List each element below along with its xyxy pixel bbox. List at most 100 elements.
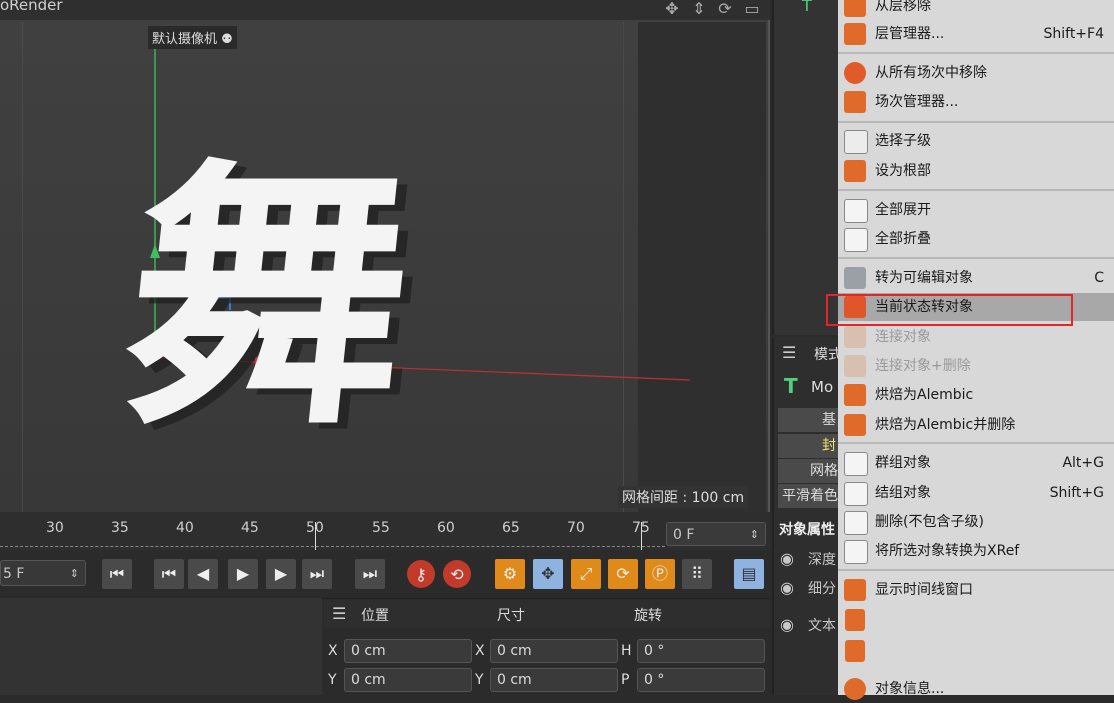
menu-item-take-manager[interactable]: 场次管理器... [838, 88, 1114, 116]
viewport[interactable]: oRender ✥ ⇕ ⟳ ▭ 舞 舞 默认摄像机 ⚉ 网格间距 : 100 c… [0, 0, 770, 512]
menu-item-label: 显示时间线窗口 [875, 582, 973, 598]
menu-item-layer-manager[interactable]: 层管理器... Shift+F4 [838, 20, 1114, 48]
grid-spacing-label: 网格间距 : 100 cm [618, 486, 749, 508]
menu-item-label: 对象信息... [875, 681, 945, 697]
take-manager-icon [844, 91, 866, 113]
menu-item-convert-xref[interactable]: 将所选对象转换为XRef [838, 537, 1114, 565]
stepper-icon[interactable]: ⇕ [70, 561, 79, 587]
take-remove-icon [844, 62, 866, 84]
autokey-button[interactable]: ⟲ [443, 560, 471, 588]
rotation-header: 旋转 [634, 608, 662, 624]
radio-icon[interactable]: ◉ [780, 578, 794, 597]
function-curve-icon [845, 609, 865, 631]
prev-key-button[interactable]: ⏮ [154, 559, 184, 589]
menu-icon[interactable]: ☰ [782, 343, 796, 362]
timeline-tick: 40 [176, 520, 194, 536]
prev-frame-button[interactable]: ◀ [188, 559, 218, 589]
menu-icon[interactable]: ☰ [332, 604, 346, 623]
position-y-field[interactable]: 0 cm [344, 668, 472, 692]
size-y-field[interactable]: 0 cm [490, 668, 618, 692]
axis-label: Y [475, 672, 484, 688]
menu-separator [838, 189, 1114, 191]
menu-item-make-editable[interactable]: 转为可编辑对象 C [838, 264, 1114, 292]
make-editable-icon [844, 267, 866, 289]
parameter-key-icon[interactable]: Ⓟ [645, 559, 675, 589]
alembic-delete-icon [844, 414, 866, 436]
radio-icon[interactable]: ◉ [780, 615, 794, 634]
timeline-ruler-marks [0, 546, 665, 549]
next-frame-button[interactable]: ▶ [266, 559, 296, 589]
menu-item-delete-without-children[interactable]: 删除(不包含子级) [838, 508, 1114, 536]
go-to-end-button[interactable]: ⏭ [355, 559, 385, 589]
menu-item-group-objects[interactable]: 群组对象 Alt+G [838, 449, 1114, 477]
menu-item-bake-alembic[interactable]: 烘焙为Alembic [838, 381, 1114, 409]
timeline-tick: 35 [111, 520, 129, 536]
position-x-field[interactable]: 0 cm [344, 639, 472, 663]
point-level-icon[interactable]: ⠿ [682, 559, 712, 589]
keyframe-selection-button[interactable]: ⚙ [495, 559, 525, 589]
dope-sheet-icon [845, 640, 865, 662]
film-strip-icon[interactable]: ▤ [734, 559, 764, 589]
menu-item-show-timeline[interactable]: 显示时间线窗口 [838, 576, 1114, 604]
rotation-p-field[interactable]: 0 ° [637, 668, 765, 692]
rotation-h-field[interactable]: 0 ° [637, 639, 765, 663]
menu-item-object-info[interactable]: 对象信息... [838, 675, 1114, 703]
tab-caps[interactable]: 封 [778, 434, 842, 458]
rotate-key-icon[interactable]: ⟳ [608, 559, 638, 589]
menu-item-connect-delete[interactable]: 连接对象+删除 [838, 352, 1114, 380]
stepper-icon[interactable]: ⇕ [750, 523, 759, 547]
menu-separator [838, 442, 1114, 444]
camera-label[interactable]: 默认摄像机 ⚉ [148, 26, 237, 49]
camera-icon: ⚉ [221, 32, 233, 47]
next-key-button[interactable]: ⏭ [302, 559, 332, 589]
timeline-tick: 65 [502, 520, 520, 536]
tab-basic[interactable]: 基 [778, 408, 842, 432]
menu-item-label: 删除(不包含子级) [875, 514, 984, 530]
timeline-marker[interactable] [315, 522, 316, 550]
end-frame-field[interactable]: 0 F ⇕ [666, 522, 766, 546]
menu-item-select-children[interactable]: 选择子级 [838, 127, 1114, 155]
depth-label: 深度 [808, 552, 836, 568]
connect-delete-icon [844, 355, 866, 377]
menu-item-shortcut: Shift+G [1049, 485, 1104, 501]
collapse-icon [844, 228, 868, 252]
menu-separator [838, 257, 1114, 259]
move-key-icon[interactable]: ✥ [533, 559, 563, 589]
position-header: 位置 [361, 608, 389, 624]
group-icon [844, 452, 868, 476]
timeline-end-marker[interactable] [641, 522, 642, 550]
menu-item-collapse-all[interactable]: 全部折叠 [838, 225, 1114, 253]
menu-item-label: 从层移除 [875, 0, 931, 14]
menu-item-expand-group[interactable]: 结组对象 Shift+G [838, 479, 1114, 507]
object-manager: T [772, 0, 844, 335]
menu-item-set-as-root[interactable]: 设为根部 [838, 157, 1114, 185]
go-to-start-button[interactable]: ⏮ [102, 559, 132, 589]
annotation-highlight-box [826, 294, 1073, 326]
record-key-button[interactable]: ⚷ [407, 560, 435, 588]
text-object: 舞 [111, 137, 425, 463]
menu-item-remove-from-layer[interactable]: 从层移除 [838, 0, 1114, 20]
menu-item-label: 烘焙为Alembic [875, 387, 974, 403]
text-object-icon[interactable]: T [802, 0, 812, 15]
menu-item-label: 设为根部 [875, 163, 931, 179]
play-button[interactable]: ▶ [228, 559, 258, 589]
current-frame-field[interactable]: 5 F ⇕ [0, 560, 86, 586]
menu-separator [838, 121, 1114, 123]
axis-label: Y [328, 672, 337, 688]
scale-key-icon[interactable]: ⤢ [571, 559, 601, 589]
current-frame-value: 5 F [3, 566, 25, 582]
menu-item-label: 群组对象 [875, 455, 931, 471]
tab-phong[interactable]: 平滑着色 [778, 484, 842, 508]
coordinates-header [324, 600, 770, 628]
layer-manager-icon [844, 23, 866, 45]
menu-item-expand-all[interactable]: 全部展开 [838, 196, 1114, 224]
tab-mesh[interactable]: 网格 [778, 459, 842, 483]
radio-icon[interactable]: ◉ [780, 549, 794, 568]
menu-item-bake-alembic-delete[interactable]: 烘焙为Alembic并删除 [838, 411, 1114, 439]
menu-item-remove-from-all-takes[interactable]: 从所有场次中移除 [838, 59, 1114, 87]
end-frame-value: 0 F [673, 527, 695, 543]
menu-item-connect-objects[interactable]: 连接对象 [838, 323, 1114, 351]
size-x-field[interactable]: 0 cm [490, 639, 618, 663]
menu-item-label: 层管理器... [875, 26, 945, 42]
menu-item-label: 将所选对象转换为XRef [875, 543, 1020, 559]
